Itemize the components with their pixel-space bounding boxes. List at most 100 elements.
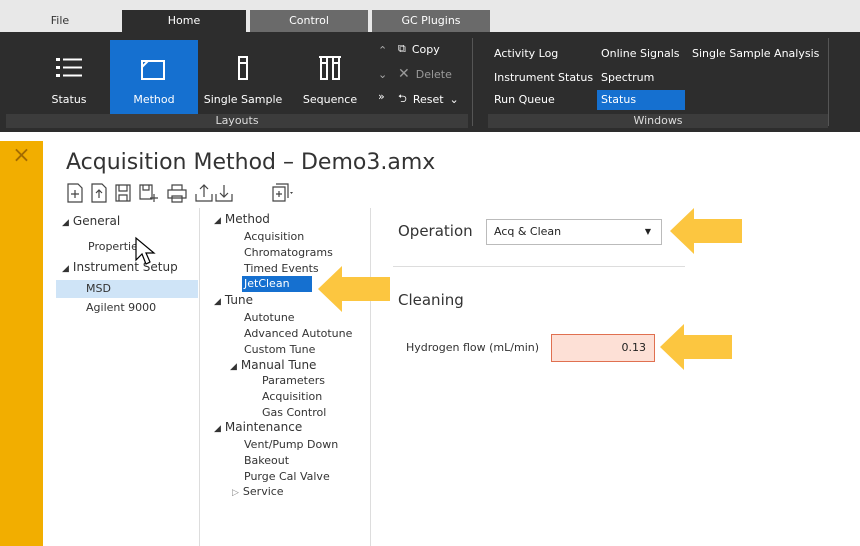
tab-control[interactable]: Control <box>250 10 368 32</box>
list-icon <box>40 48 98 88</box>
tree-general[interactable]: ◢ General <box>62 214 120 228</box>
status-button[interactable]: Status <box>40 38 98 114</box>
vial-icon <box>200 48 286 88</box>
save-as-icon <box>139 184 158 202</box>
collapse-icon: ◢ <box>214 424 221 434</box>
tree-agilent-9000[interactable]: Agilent 9000 <box>86 301 156 314</box>
divider <box>393 266 685 267</box>
reset-icon: ⮌ <box>398 92 407 105</box>
window-run-queue[interactable]: Run Queue <box>490 92 559 108</box>
tree-label: Manual Tune <box>240 358 317 372</box>
add-section-icon <box>272 183 293 202</box>
single-sample-label: Single Sample <box>203 93 283 106</box>
detail-panel <box>372 208 860 546</box>
tree-parameters[interactable]: Parameters <box>262 374 325 387</box>
tab-gc-plugins[interactable]: GC Plugins <box>372 10 490 32</box>
print-icon <box>167 184 187 203</box>
layouts-group-label: Layouts <box>6 114 468 128</box>
callout-arrow-icon <box>318 266 390 312</box>
tree-purge-cal-valve[interactable]: Purge Cal Valve <box>244 470 330 483</box>
windows-group-label: Windows <box>488 114 828 128</box>
tree-instrument-setup[interactable]: ◢ Instrument Setup <box>62 260 178 274</box>
page-title: Acquisition Method – Demo3.amx <box>66 150 436 175</box>
copy-icon: ⧉ <box>398 42 406 55</box>
collapse-icon: ◢ <box>62 218 69 228</box>
separator <box>472 38 473 126</box>
tree-label: Maintenance <box>224 420 303 434</box>
window-activity-log[interactable]: Activity Log <box>490 46 562 62</box>
single-sample-button[interactable]: Single Sample <box>200 38 286 114</box>
tab-bar: File Home Control GC Plugins <box>0 0 860 32</box>
tab-file[interactable]: File <box>0 10 120 32</box>
operation-value: Acq & Clean <box>494 225 562 238</box>
sequence-button[interactable]: Sequence <box>290 38 370 114</box>
hydrogen-flow-label: Hydrogen flow (mL/min) <box>406 341 540 354</box>
delete-label: Delete <box>415 67 452 81</box>
tree-label: Service <box>242 485 284 498</box>
add-dropdown-button[interactable] <box>270 182 296 204</box>
open-icon <box>91 183 107 203</box>
window-instrument-status[interactable]: Instrument Status <box>490 70 597 86</box>
tree-autotune[interactable]: Autotune <box>244 311 295 324</box>
collapse-icon: ◢ <box>62 264 69 274</box>
window-status[interactable]: Status <box>597 90 685 110</box>
sequence-label: Sequence <box>302 93 358 106</box>
tab-home[interactable]: Home <box>122 10 246 32</box>
tree-jetclean[interactable]: JetClean <box>242 276 312 292</box>
vials-icon <box>290 48 370 88</box>
tree-tune[interactable]: ◢ Tune <box>214 293 253 307</box>
tree-service[interactable]: ▷ Service <box>232 485 284 498</box>
method-toolbar <box>64 182 264 204</box>
chevron-down-icon: ▼ <box>644 227 651 236</box>
window-online-signals[interactable]: Online Signals <box>597 46 684 62</box>
cleaning-heading: Cleaning <box>398 291 464 309</box>
tree-advanced-autotune[interactable]: Advanced Autotune <box>244 327 352 340</box>
tree-label: Instrument Setup <box>72 260 178 274</box>
tree-custom-tune[interactable]: Custom Tune <box>244 343 315 356</box>
scroll-down-icon[interactable]: ⌄ <box>378 68 387 81</box>
delete-button[interactable]: ✕ Delete <box>398 66 452 82</box>
tree-label: General <box>72 214 121 228</box>
tree-method[interactable]: ◢ Method <box>214 212 270 226</box>
copy-button[interactable]: ⧉ Copy <box>398 42 440 56</box>
callout-arrow-icon <box>660 324 732 370</box>
chevron-down-icon: ⌄ <box>449 93 459 106</box>
method-label: Method <box>133 93 175 106</box>
status-label: Status <box>51 93 87 106</box>
tree-manual-acquisition[interactable]: Acquisition <box>262 390 322 403</box>
upload-icon <box>195 184 213 202</box>
left-tree <box>53 208 200 546</box>
tree-maintenance[interactable]: ◢ Maintenance <box>214 420 302 434</box>
save-icon <box>115 184 131 202</box>
method-icon <box>110 50 198 90</box>
delete-icon: ✕ <box>398 66 410 82</box>
window-single-sample-analysis[interactable]: Single Sample Analysis <box>688 46 823 62</box>
callout-arrow-icon <box>670 208 742 254</box>
reset-label: Reset <box>412 93 444 106</box>
tree-manual-tune[interactable]: ◢ Manual Tune <box>230 358 316 372</box>
tree-bakeout[interactable]: Bakeout <box>244 454 289 467</box>
hydrogen-flow-input[interactable]: 0.13 <box>551 334 655 362</box>
tree-label: Agilent 9000 <box>86 301 157 314</box>
collapse-icon: ◢ <box>214 297 221 307</box>
window-spectrum[interactable]: Spectrum <box>597 70 658 86</box>
tree-label: Tune <box>224 293 254 307</box>
reset-button[interactable]: ⮌ Reset ⌄ <box>398 90 459 109</box>
download-icon <box>215 185 233 202</box>
close-icon[interactable]: × <box>0 140 43 172</box>
tree-acquisition[interactable]: Acquisition <box>244 230 304 243</box>
expand-icon[interactable]: » <box>378 90 385 103</box>
tree-msd[interactable]: MSD <box>56 280 198 298</box>
scroll-up-icon[interactable]: ⌃ <box>378 44 387 57</box>
operation-label: Operation <box>398 222 473 240</box>
copy-label: Copy <box>411 42 440 56</box>
tree-label: Method <box>224 212 270 226</box>
tree-gas-control[interactable]: Gas Control <box>262 406 326 419</box>
method-button[interactable]: Method <box>110 40 198 114</box>
tree-vent-pump-down[interactable]: Vent/Pump Down <box>244 438 338 451</box>
tree-timed-events[interactable]: Timed Events <box>244 262 319 275</box>
operation-select[interactable]: Acq & Clean ▼ <box>486 219 662 245</box>
tree-chromatograms[interactable]: Chromatograms <box>244 246 333 259</box>
collapse-icon: ◢ <box>230 362 237 372</box>
ribbon: Status Method Single Sample Sequence ⌃ ⌄… <box>0 32 860 132</box>
